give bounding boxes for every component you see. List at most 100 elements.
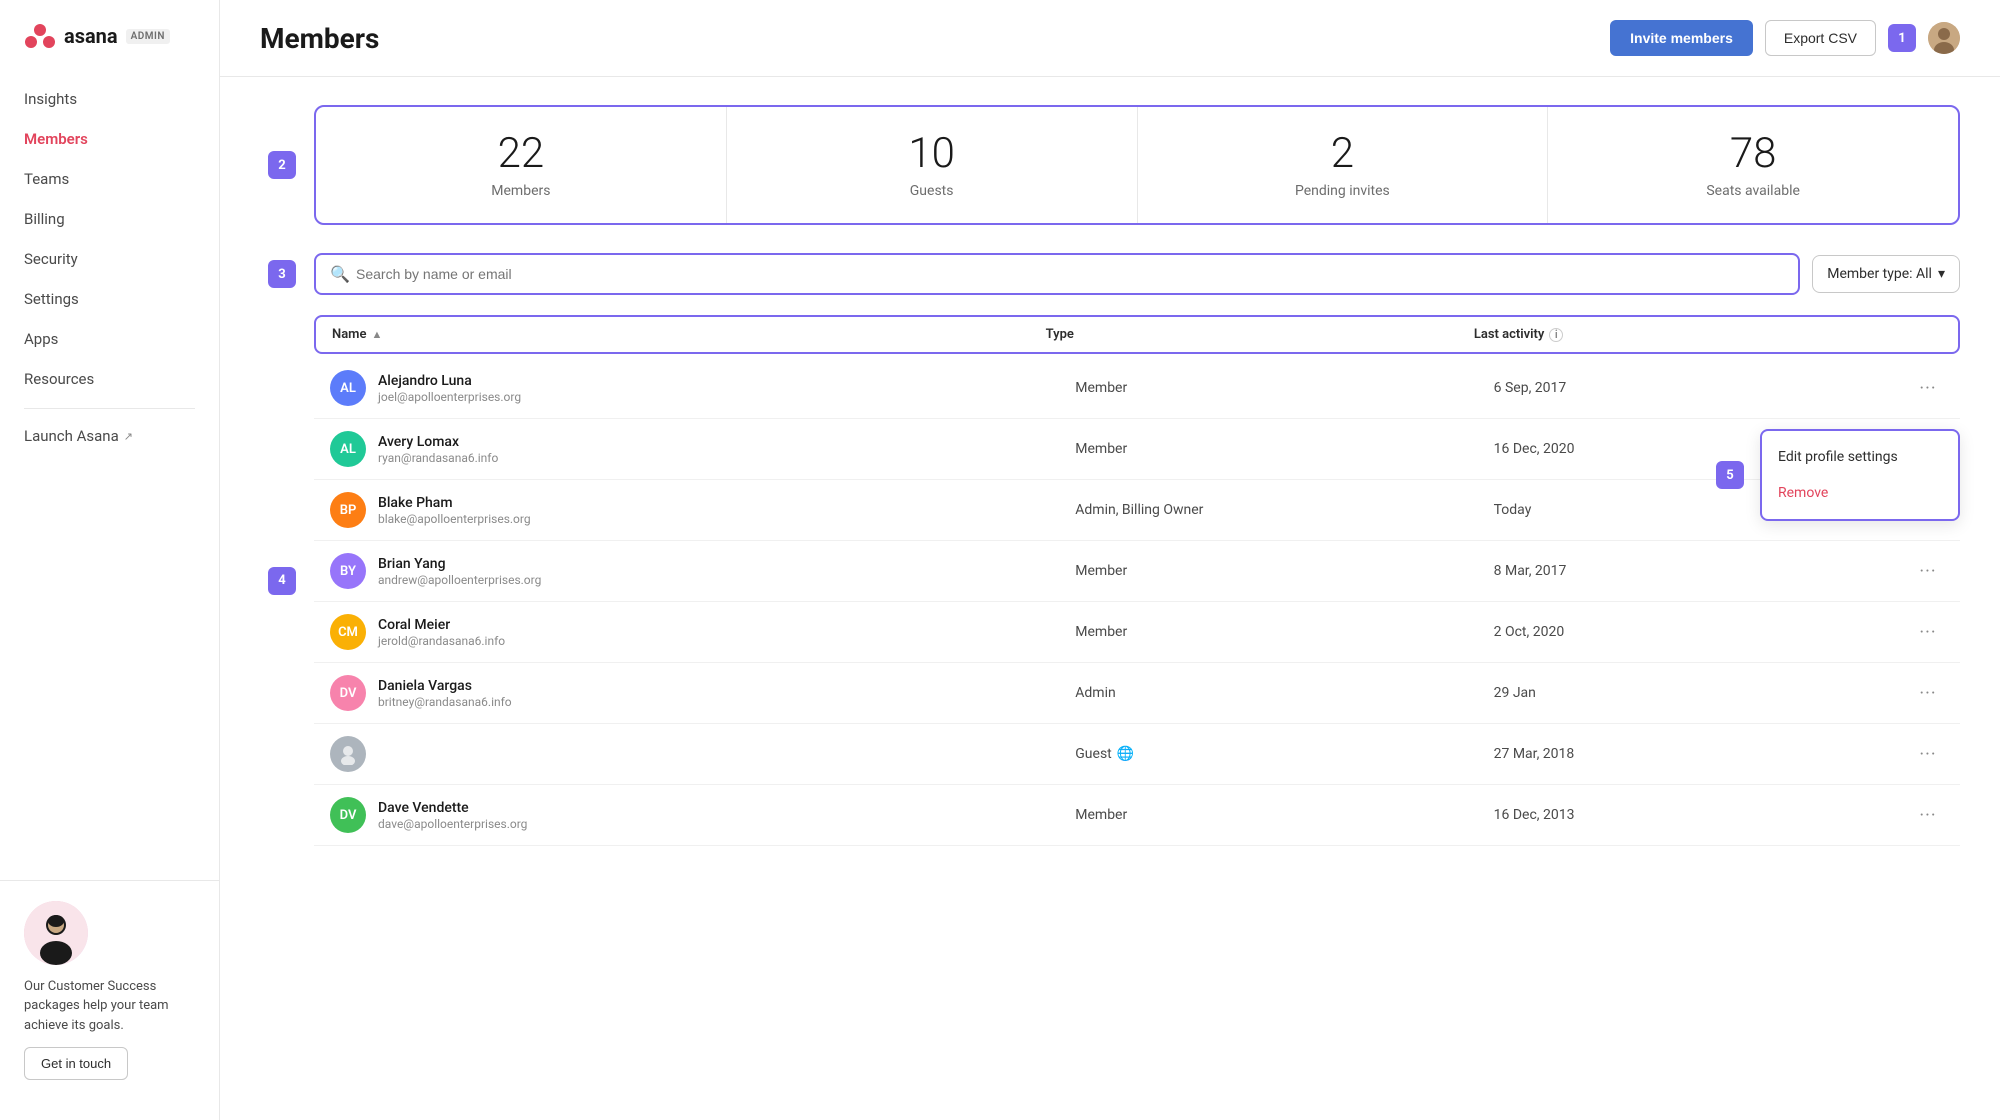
col-name-header[interactable]: Name ▲: [332, 327, 1046, 342]
avatar: DV: [330, 675, 366, 711]
step-badge-5: 5: [1716, 461, 1744, 489]
member-info: [378, 754, 1075, 755]
sidebar-item-members[interactable]: Members: [12, 120, 207, 158]
more-options-button[interactable]: ···: [1912, 616, 1944, 648]
search-icon: 🔍: [330, 265, 350, 284]
external-link-icon: ↗: [124, 430, 133, 443]
member-name: Alejandro Luna: [378, 373, 1075, 389]
user-count-badge: 1: [1888, 24, 1916, 52]
search-section: 3 🔍 Member type: All ▾: [314, 253, 1960, 295]
step-badge-2: 2: [268, 151, 296, 179]
table-header: Name ▲ Type Last activity i: [314, 315, 1960, 354]
member-email: joel@apolloenterprises.org: [378, 390, 1075, 404]
more-options-button[interactable]: ···: [1912, 555, 1944, 587]
content-area: 2 22 Members 10 Guests 2 Pending invites…: [220, 77, 2000, 1120]
more-options-button[interactable]: ···: [1912, 372, 1944, 404]
member-activity: 27 Mar, 2018: [1494, 746, 1912, 762]
get-in-touch-button[interactable]: Get in touch: [24, 1047, 128, 1080]
member-email: andrew@apolloenterprises.org: [378, 573, 1075, 587]
avatar-icon: [1928, 22, 1960, 54]
stat-seats-number: 78: [1568, 131, 1938, 177]
more-options-button[interactable]: ···: [1912, 738, 1944, 770]
sidebar-nav: Insights Members Teams Billing Security …: [0, 80, 219, 860]
member-info: Brian Yang andrew@apolloenterprises.org: [378, 556, 1075, 587]
stat-pending: 2 Pending invites: [1138, 107, 1549, 223]
member-email: blake@apolloenterprises.org: [378, 512, 1075, 526]
member-email: jerold@randasana6.info: [378, 634, 1075, 648]
more-options-button[interactable]: ···: [1912, 799, 1944, 831]
col-type-header: Type: [1046, 327, 1474, 342]
promo-text: Our Customer Success packages help your …: [24, 977, 195, 1036]
edit-profile-menu-item[interactable]: Edit profile settings: [1762, 439, 1958, 475]
logo-area: asana ADMIN: [0, 20, 219, 80]
stats-section: 2 22 Members 10 Guests 2 Pending invites…: [314, 105, 1960, 225]
table-row: AL Alejandro Luna joel@apolloenterprises…: [314, 358, 1960, 419]
avatar-illustration: [24, 901, 88, 965]
sidebar: asana ADMIN Insights Members Teams Billi…: [0, 0, 220, 1120]
members-list: AL Alejandro Luna joel@apolloenterprises…: [314, 358, 1960, 846]
page-title: Members: [260, 22, 379, 55]
more-options-button[interactable]: ···: [1912, 677, 1944, 709]
member-type: Admin, Billing Owner: [1075, 502, 1493, 518]
info-icon: i: [1549, 328, 1563, 342]
sidebar-item-apps[interactable]: Apps: [12, 320, 207, 358]
search-wrapper: 🔍: [314, 253, 1800, 295]
stat-seats: 78 Seats available: [1548, 107, 1958, 223]
member-email: britney@randasana6.info: [378, 695, 1075, 709]
search-input[interactable]: [316, 255, 1798, 293]
table-section: 4 Name ▲ Type Last activity i AL: [314, 315, 1960, 846]
unknown-avatar-icon: [337, 743, 359, 765]
stat-pending-label: Pending invites: [1158, 183, 1528, 199]
context-menu: 5 Edit profile settings Remove: [1760, 429, 1960, 521]
member-info: Dave Vendette dave@apolloenterprises.org: [378, 800, 1075, 831]
col-activity-header[interactable]: Last activity i: [1474, 327, 1902, 342]
member-name: Avery Lomax: [378, 434, 1075, 450]
member-info: Avery Lomax ryan@randasana6.info: [378, 434, 1075, 465]
asana-wordmark: asana: [64, 24, 118, 48]
stats-cards: 22 Members 10 Guests 2 Pending invites 7…: [314, 105, 1960, 225]
member-name: Coral Meier: [378, 617, 1075, 633]
member-type: Member: [1075, 624, 1493, 640]
globe-icon: 🌐: [1117, 746, 1134, 762]
admin-badge: ADMIN: [126, 29, 170, 44]
sidebar-item-billing[interactable]: Billing: [12, 200, 207, 238]
sidebar-item-insights[interactable]: Insights: [12, 80, 207, 118]
member-activity: 8 Mar, 2017: [1494, 563, 1912, 579]
member-activity: 6 Sep, 2017: [1494, 380, 1912, 396]
member-info: Alejandro Luna joel@apolloenterprises.or…: [378, 373, 1075, 404]
step-badge-3: 3: [268, 260, 296, 288]
member-email: dave@apolloenterprises.org: [378, 817, 1075, 831]
avatar: CM: [330, 614, 366, 650]
invite-members-button[interactable]: Invite members: [1610, 20, 1753, 56]
avatar: [330, 736, 366, 772]
user-avatar[interactable]: [1928, 22, 1960, 54]
page-header: Members Invite members Export CSV 1: [220, 0, 2000, 77]
member-type: Member: [1075, 563, 1493, 579]
launch-asana-link[interactable]: Launch Asana ↗: [12, 417, 207, 455]
stat-members: 22 Members: [316, 107, 727, 223]
stat-members-number: 22: [336, 131, 706, 177]
sidebar-item-resources[interactable]: Resources: [12, 360, 207, 398]
stat-guests-label: Guests: [747, 183, 1117, 199]
nav-divider: [24, 408, 195, 409]
table-row: CM Coral Meier jerold@randasana6.info Me…: [314, 602, 1960, 663]
member-type: Guest 🌐: [1075, 746, 1493, 762]
member-activity: 29 Jan: [1494, 685, 1912, 701]
sidebar-item-teams[interactable]: Teams: [12, 160, 207, 198]
search-container: 🔍 Member type: All ▾: [314, 253, 1960, 295]
member-type: Admin: [1075, 685, 1493, 701]
avatar: BY: [330, 553, 366, 589]
chevron-down-icon: ▾: [1938, 266, 1945, 282]
stat-seats-label: Seats available: [1568, 183, 1938, 199]
member-activity: 16 Dec, 2013: [1494, 807, 1912, 823]
export-csv-button[interactable]: Export CSV: [1765, 20, 1876, 56]
member-email: ryan@randasana6.info: [378, 451, 1075, 465]
member-type-filter[interactable]: Member type: All ▾: [1812, 255, 1960, 293]
table-row: DV Daniela Vargas britney@randasana6.inf…: [314, 663, 1960, 724]
sidebar-item-settings[interactable]: Settings: [12, 280, 207, 318]
header-actions: Invite members Export CSV 1: [1610, 20, 1960, 56]
sidebar-item-security[interactable]: Security: [12, 240, 207, 278]
remove-menu-item[interactable]: Remove: [1762, 475, 1958, 511]
member-type: Member: [1075, 807, 1493, 823]
member-activity: 2 Oct, 2020: [1494, 624, 1912, 640]
